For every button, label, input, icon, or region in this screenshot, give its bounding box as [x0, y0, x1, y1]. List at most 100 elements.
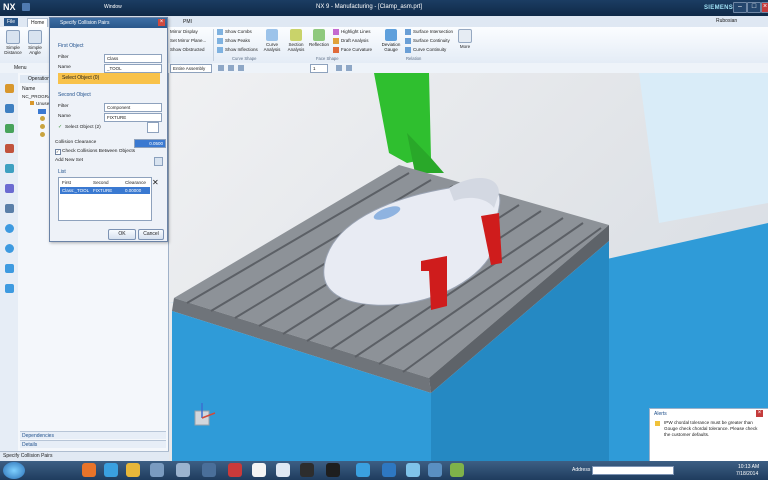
deviation-gauge-button[interactable]: Deviation Gauge — [380, 29, 402, 52]
add-set-icon[interactable] — [154, 157, 163, 166]
palette-icon[interactable] — [5, 264, 14, 273]
tab-pmi[interactable]: PMI — [180, 18, 195, 26]
history-icon[interactable] — [5, 164, 14, 173]
app-icon[interactable] — [252, 463, 266, 477]
cancel-button[interactable]: Cancel — [138, 229, 164, 240]
list-header-clearance[interactable]: Clearance — [125, 180, 146, 185]
snap-icon[interactable] — [218, 65, 224, 71]
dialog-close-button[interactable]: × — [158, 19, 165, 26]
show-peaks-button[interactable]: Show Peaks — [225, 38, 250, 43]
part-navigator-icon[interactable] — [5, 104, 14, 113]
details-panel[interactable]: Details — [20, 440, 166, 448]
folder-icon[interactable] — [126, 463, 140, 477]
surface-continuity-button[interactable]: Surface Continuity — [413, 38, 450, 43]
group-label-relation: Relation — [406, 56, 422, 61]
section-analysis-button[interactable]: Section Analysis — [286, 29, 306, 52]
acrobat-icon[interactable] — [228, 463, 242, 477]
simple-distance-button[interactable]: Simple Distance — [4, 30, 22, 55]
tab-file[interactable]: File — [4, 18, 19, 26]
surface-intersection-button[interactable]: Surface Intersection — [413, 29, 453, 34]
view-icon[interactable] — [238, 65, 244, 71]
curve-continuity-button[interactable]: Curve Continuity — [413, 47, 446, 52]
selection-count-select[interactable]: 1 — [310, 64, 328, 73]
roles-icon[interactable] — [5, 184, 14, 193]
app-icon[interactable] — [428, 463, 442, 477]
start-button[interactable] — [3, 462, 25, 479]
simple-angle-button[interactable]: Simple Angle — [26, 30, 44, 55]
first-filter-select[interactable]: Class — [104, 54, 162, 63]
close-button[interactable]: × — [761, 2, 768, 13]
filter-icon[interactable] — [228, 65, 234, 71]
firefox-icon[interactable] — [82, 463, 96, 477]
web-browser-icon[interactable] — [5, 204, 14, 213]
navigator-icon[interactable] — [5, 84, 14, 93]
menu-button[interactable]: Menu — [14, 65, 27, 71]
operation-icon[interactable] — [40, 132, 45, 137]
set-mirror-plane-button[interactable]: Set Mirror Plane... — [170, 38, 206, 43]
terminal-icon[interactable] — [300, 463, 314, 477]
show-combs-button[interactable]: Show Combs — [225, 29, 252, 34]
system-icon[interactable] — [5, 284, 14, 293]
fit-icon[interactable] — [336, 65, 342, 71]
assembly-navigator-icon[interactable] — [5, 124, 14, 133]
more-button[interactable]: More — [458, 29, 472, 49]
tree-item-selected[interactable] — [38, 109, 46, 114]
app-icon[interactable] — [276, 463, 290, 477]
info-icon[interactable] — [5, 224, 14, 233]
navigator-column-name[interactable]: Name — [22, 86, 35, 92]
table-row[interactable]: Class:_TOOL FIXTURE 0.00000 — [60, 187, 150, 194]
show-obstructed-button[interactable]: Show Obstructed — [170, 47, 205, 52]
enclosure-window — [639, 73, 768, 223]
operation-icon[interactable] — [40, 124, 45, 129]
app-icon[interactable] — [150, 463, 164, 477]
zoom-icon[interactable] — [346, 65, 352, 71]
clearance-input[interactable]: 0.0500 — [134, 139, 166, 148]
second-filter-select[interactable]: Component — [104, 103, 162, 112]
dependencies-panel[interactable]: Dependencies — [20, 431, 166, 439]
second-name-select[interactable]: FIXTURE — [104, 113, 162, 122]
app-logo[interactable]: NX — [3, 2, 16, 12]
clock-icon[interactable] — [5, 244, 14, 253]
first-select-object[interactable]: Select Object (0) — [58, 73, 160, 84]
operation-icon[interactable] — [40, 116, 45, 121]
reflection-button[interactable]: Reflection — [308, 29, 330, 47]
second-object-heading[interactable]: Second Object — [58, 92, 91, 98]
show-inflections-button[interactable]: Show Inflections — [225, 47, 258, 52]
draft-analysis-button[interactable]: Draft Analysis — [341, 38, 369, 43]
app-icon[interactable] — [450, 463, 464, 477]
remove-icon[interactable]: ✕ — [152, 179, 159, 187]
window-menu[interactable]: Window — [104, 4, 122, 10]
curve-analysis-button[interactable]: Curve Analysis — [262, 29, 282, 52]
list-heading[interactable]: List — [58, 169, 66, 175]
save-icon[interactable] — [22, 3, 30, 11]
constraint-navigator-icon[interactable] — [5, 144, 14, 153]
first-object-heading[interactable]: First Object — [58, 43, 84, 49]
nx-icon[interactable] — [202, 463, 216, 477]
graphics-window[interactable] — [169, 73, 768, 461]
face-curvature-button[interactable]: Face Curvature — [341, 47, 372, 52]
maximize-button[interactable]: □ — [747, 2, 761, 13]
app-icon[interactable] — [382, 463, 396, 477]
check-collisions-checkbox[interactable]: ✓ — [55, 149, 61, 155]
minimize-button[interactable]: – — [733, 2, 747, 13]
address-input[interactable] — [592, 466, 674, 475]
reflection-icon — [313, 29, 325, 41]
dialog-title-bar[interactable]: Specify Collision Pairs — [50, 18, 167, 28]
app-icon[interactable] — [356, 463, 370, 477]
list-header-first[interactable]: First — [62, 180, 71, 185]
tab-home[interactable]: Home — [27, 18, 49, 27]
first-name-select[interactable]: _TOOL — [104, 64, 162, 73]
second-select-object[interactable]: Select Object (2) — [65, 125, 101, 130]
highlight-lines-button[interactable]: Highlight Lines — [341, 29, 371, 34]
ie-icon[interactable] — [104, 463, 118, 477]
ok-button[interactable]: OK — [108, 229, 136, 240]
app-icon[interactable] — [406, 463, 420, 477]
alerts-close-button[interactable]: × — [756, 410, 763, 417]
select-object-icon[interactable] — [147, 122, 159, 133]
app-icon[interactable] — [176, 463, 190, 477]
collision-list[interactable]: First Second Clearance Class:_TOOL FIXTU… — [58, 177, 152, 221]
list-header-second[interactable]: Second — [93, 180, 109, 185]
assembly-filter-select[interactable]: Entire Assembly — [170, 64, 212, 73]
media-icon[interactable] — [326, 463, 340, 477]
mirror-display-button[interactable]: Mirror Display — [170, 29, 198, 34]
